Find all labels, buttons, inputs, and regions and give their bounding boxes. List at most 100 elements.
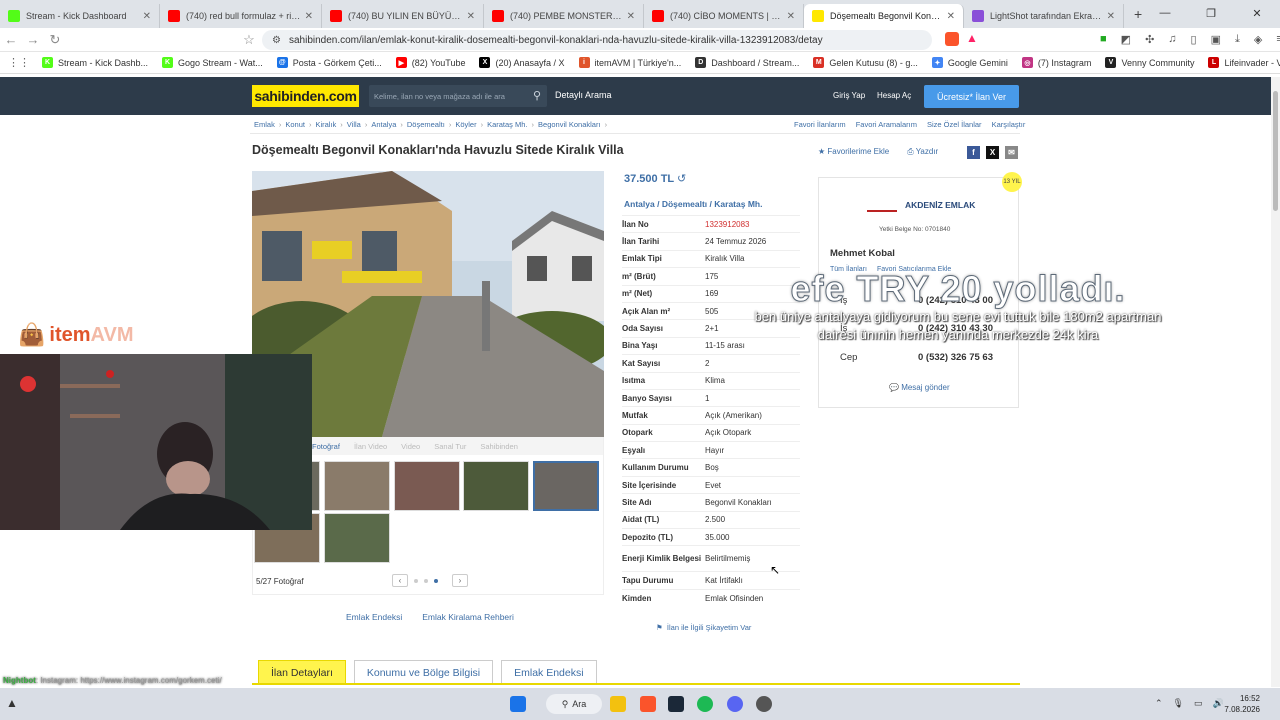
next-page-icon[interactable]: › — [452, 574, 468, 587]
spotify-icon[interactable] — [697, 696, 713, 712]
close-tab-icon[interactable]: ✕ — [1107, 11, 1115, 22]
page-scrollbar[interactable] — [1271, 77, 1280, 687]
bookmark-item[interactable]: M Gelen Kutusu (8) - g... — [813, 57, 918, 68]
extension-icon[interactable]: ◩ — [1121, 33, 1131, 46]
sidebar-icon[interactable]: ▯ — [1191, 33, 1197, 46]
send-message-button[interactable]: 💬 Mesaj gönder — [889, 383, 950, 392]
browser-tab[interactable]: Stream - Kick Dashboard ✕ — [0, 4, 160, 28]
breadcrumb-item[interactable]: Villa — [347, 120, 361, 129]
file-explorer-icon[interactable] — [610, 696, 626, 712]
search-icon[interactable]: ⚲ — [533, 89, 541, 102]
obs-icon[interactable] — [756, 696, 772, 712]
phone-number[interactable]: 0 (532) 326 75 63 — [918, 352, 993, 363]
browser-tab[interactable]: (740) BU YILIN EN BÜYÜK DRAMAS ✕ — [322, 4, 484, 28]
restore-icon[interactable]: ❐ — [1188, 7, 1234, 20]
print-link[interactable]: ⎙ Yazdır — [907, 147, 938, 157]
breadcrumb-item[interactable]: Antalya — [371, 120, 396, 129]
bookmark-item[interactable]: K Stream - Kick Dashb... — [42, 57, 148, 68]
location-link[interactable]: Döşemealtı — [662, 199, 707, 209]
breadcrumb-item[interactable]: Emlak — [254, 120, 275, 129]
photo-thumbnail[interactable] — [324, 461, 390, 511]
signup-link[interactable]: Hesap Aç — [877, 91, 911, 100]
bookmark-item[interactable]: D Dashboard / Stream... — [695, 57, 799, 68]
breadcrumb-item[interactable]: Begonvil Konakları — [538, 120, 601, 129]
wallet-icon[interactable]: ▣ — [1211, 33, 1221, 46]
close-tab-icon[interactable]: ✕ — [787, 11, 795, 22]
brave-rewards-icon[interactable]: ▲ — [966, 31, 978, 45]
new-tab-icon[interactable]: + — [1134, 6, 1142, 22]
location-link[interactable]: Antalya — [624, 199, 655, 209]
extension-icon[interactable]: ■ — [1100, 33, 1107, 46]
bookmark-item[interactable]: i itemAVM | Türkiye'n... — [578, 57, 681, 68]
browser-tab[interactable]: (740) PEMBE MONSTER | Madara C ✕ — [484, 4, 644, 28]
back-icon[interactable]: ← — [0, 32, 22, 47]
close-tab-icon[interactable]: ✕ — [947, 11, 955, 22]
section-tab[interactable]: Emlak Endeksi — [501, 660, 597, 684]
facebook-icon[interactable]: f — [967, 146, 980, 159]
user-link[interactable]: Size Özel İlanlar — [927, 120, 982, 129]
location-link[interactable]: Karataş Mh. — [714, 199, 762, 209]
browser-tab[interactable]: (740) CİBO MOMENTS | ULTRA HIZ ✕ — [644, 4, 804, 28]
agency[interactable]: AKDENİZ EMLAK — [867, 198, 975, 212]
steam-icon[interactable] — [668, 696, 684, 712]
user-link[interactable]: Karşılaştır — [992, 120, 1026, 129]
apps-grid-icon[interactable]: ⋮⋮ — [8, 56, 30, 69]
breadcrumb-item[interactable]: Döşemealtı — [407, 120, 445, 129]
breadcrumb-item[interactable]: Kiralık — [315, 120, 336, 129]
browser-tab[interactable]: (740) red bull formulaz + rize vlog - ✕ — [160, 4, 322, 28]
minimize-icon[interactable]: — — [1142, 7, 1188, 19]
site-search-input[interactable]: Kelime, ilan no veya mağaza adı ile ara … — [369, 85, 547, 107]
photo-thumbnail[interactable] — [324, 513, 390, 563]
scrollbar-thumb[interactable] — [1273, 91, 1278, 211]
bookmark-item[interactable]: @ Posta - Görkem Çeti... — [276, 57, 382, 68]
puzzle-icon[interactable]: ✣ — [1145, 33, 1154, 46]
close-tab-icon[interactable]: ✕ — [467, 11, 475, 22]
breadcrumb-item[interactable]: Köyler — [455, 120, 476, 129]
page-dot[interactable] — [414, 578, 418, 583]
brave-icon[interactable] — [640, 696, 656, 712]
music-icon[interactable]: ♫ — [1168, 33, 1176, 46]
bookmark-item[interactable]: ◎ (7) Instagram — [1021, 57, 1091, 68]
close-tab-icon[interactable]: ✕ — [143, 11, 151, 22]
photo-thumbnail[interactable] — [394, 461, 460, 511]
page-dot-active[interactable] — [434, 578, 438, 583]
monitor-icon[interactable]: ▭ — [1194, 698, 1203, 709]
user-link[interactable]: Favori İlanlarım — [794, 120, 846, 129]
up-arrow-icon[interactable]: ▲ — [6, 696, 18, 710]
bookmark-item[interactable]: ✦ Google Gemini — [931, 57, 1008, 68]
bookmark-item[interactable]: ▶ (82) YouTube — [395, 57, 465, 68]
forward-icon[interactable]: → — [22, 32, 44, 47]
bookmark-star-icon[interactable]: ☆ — [238, 32, 260, 48]
email-icon[interactable]: ✉ — [1005, 146, 1018, 159]
clock[interactable]: 16:52 7.08.2026 — [1224, 693, 1260, 715]
bottom-link[interactable]: Emlak Endeksi — [346, 612, 402, 622]
close-tab-icon[interactable]: ✕ — [305, 11, 313, 22]
tray-chevron-icon[interactable]: ⌃ — [1155, 698, 1163, 709]
post-ad-button[interactable]: Ücretsiz* İlan Ver — [924, 85, 1019, 108]
taskbar-search[interactable]: ⚲ Ara — [546, 694, 602, 714]
close-tab-icon[interactable]: ✕ — [627, 11, 635, 22]
price-history-icon[interactable]: ↺ — [677, 173, 686, 185]
bookmark-item[interactable]: X (20) Anasayfa / X — [479, 57, 565, 68]
bookmark-item[interactable]: L Lifeinvader - VennyV — [1208, 57, 1280, 68]
reload-icon[interactable]: ↻ — [44, 32, 66, 48]
prev-page-icon[interactable]: ‹ — [392, 574, 408, 587]
report-link[interactable]: ⚑ İlan ile İlgili Şikayetim Var — [656, 623, 751, 632]
bookmark-item[interactable]: K Gogo Stream - Wat... — [162, 57, 263, 68]
browser-tab[interactable]: Döşemealtı Begonvil Konakları ✕ — [804, 4, 964, 28]
page-dot[interactable] — [424, 578, 428, 583]
brave-shield-icon[interactable] — [945, 32, 959, 46]
discord-icon[interactable] — [727, 696, 743, 712]
advanced-search-link[interactable]: Detaylı Arama — [555, 90, 612, 100]
windows-start-icon[interactable] — [510, 696, 526, 712]
bookmark-item[interactable]: V Venny Community — [1105, 57, 1194, 68]
vpn-icon[interactable]: ◈ — [1254, 33, 1262, 46]
url-field[interactable]: ⚙ sahibinden.com/ilan/emlak-konut-kirali… — [262, 30, 932, 50]
microphone-icon[interactable]: 🎙 — [1173, 698, 1184, 709]
login-link[interactable]: Giriş Yap — [833, 91, 865, 100]
site-info-icon[interactable]: ⚙ — [272, 35, 281, 46]
close-window-icon[interactable]: ✕ — [1234, 7, 1280, 20]
user-link[interactable]: Favori Aramalarım — [856, 120, 917, 129]
bottom-link[interactable]: Emlak Kiralama Rehberi — [422, 612, 514, 622]
breadcrumb-item[interactable]: Karataş Mh. — [487, 120, 527, 129]
